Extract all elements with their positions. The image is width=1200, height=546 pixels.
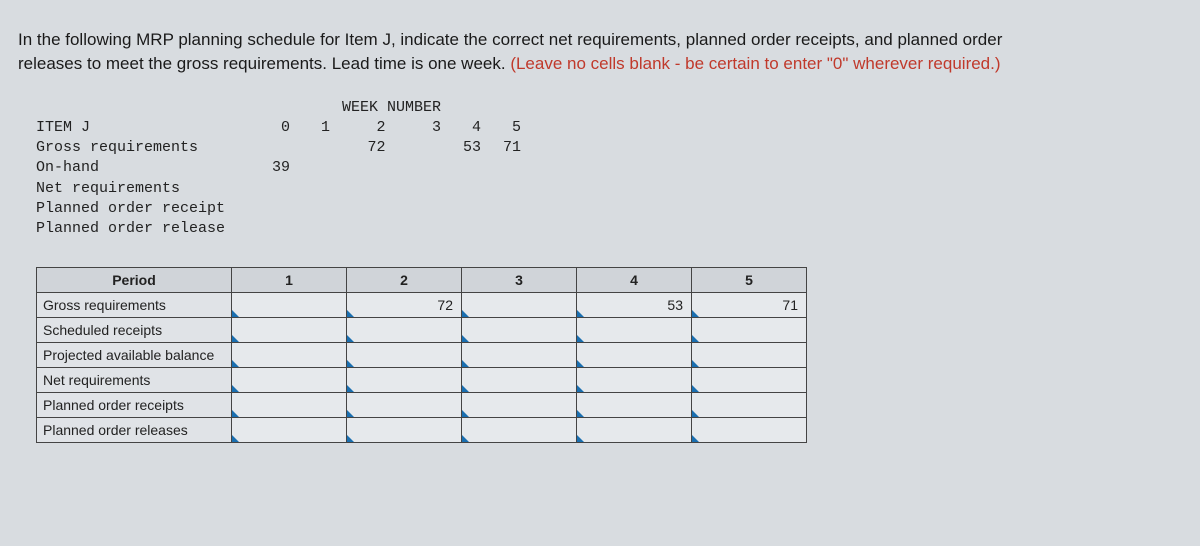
corner-icon	[462, 385, 469, 392]
input-cell[interactable]	[692, 393, 807, 418]
col-4: 4	[447, 118, 487, 138]
input-cell[interactable]	[462, 393, 577, 418]
row-net-req: Net requirements	[36, 179, 256, 199]
input-cell[interactable]	[347, 393, 462, 418]
table-row: Net requirements	[37, 368, 807, 393]
corner-icon	[462, 435, 469, 442]
corner-icon	[692, 410, 699, 417]
corner-icon	[462, 360, 469, 367]
corner-icon	[577, 410, 584, 417]
period-1: 1	[232, 268, 347, 293]
corner-icon	[232, 335, 239, 342]
corner-icon	[462, 410, 469, 417]
corner-icon	[577, 360, 584, 367]
corner-icon	[462, 310, 469, 317]
prompt-line2a: releases to meet the gross requirements.…	[18, 54, 510, 73]
corner-icon	[232, 385, 239, 392]
input-cell[interactable]	[232, 418, 347, 443]
ans-planned-receipts: Planned order receipts	[37, 393, 232, 418]
input-cell[interactable]: 72	[347, 293, 462, 318]
corner-icon	[232, 410, 239, 417]
question-prompt: In the following MRP planning schedule f…	[18, 28, 1178, 76]
ans-sched-receipts: Scheduled receipts	[37, 318, 232, 343]
input-cell[interactable]	[347, 418, 462, 443]
corner-icon	[347, 310, 354, 317]
col-5: 5	[487, 118, 527, 138]
period-3: 3	[462, 268, 577, 293]
input-cell[interactable]	[577, 343, 692, 368]
corner-icon	[347, 385, 354, 392]
row-planned-receipt: Planned order receipt	[36, 199, 256, 219]
input-cell[interactable]	[347, 368, 462, 393]
corner-icon	[462, 335, 469, 342]
input-cell[interactable]	[232, 318, 347, 343]
corner-icon	[347, 360, 354, 367]
prompt-instruction-red: (Leave no cells blank - be certain to en…	[510, 54, 1000, 73]
input-cell[interactable]	[347, 343, 462, 368]
corner-icon	[692, 360, 699, 367]
corner-icon	[692, 435, 699, 442]
corner-icon	[577, 310, 584, 317]
period-4: 4	[577, 268, 692, 293]
corner-icon	[577, 385, 584, 392]
input-cell[interactable]	[462, 418, 577, 443]
row-gross-req: Gross requirements	[36, 138, 256, 158]
input-cell[interactable]	[232, 393, 347, 418]
input-cell[interactable]	[577, 368, 692, 393]
given-schedule-table: WEEK NUMBER ITEM J 0 1 2 3 4 5 Gross req…	[36, 98, 527, 240]
input-cell[interactable]	[577, 393, 692, 418]
input-cell[interactable]	[577, 318, 692, 343]
table-row: Projected available balance	[37, 343, 807, 368]
prompt-line1: In the following MRP planning schedule f…	[18, 30, 1002, 49]
input-cell[interactable]	[232, 343, 347, 368]
week-number-header: WEEK NUMBER	[336, 98, 447, 118]
corner-icon	[232, 310, 239, 317]
corner-icon	[692, 385, 699, 392]
col-2: 2	[336, 118, 392, 138]
corner-icon	[347, 435, 354, 442]
period-2: 2	[347, 268, 462, 293]
corner-icon	[577, 435, 584, 442]
input-cell[interactable]: 71	[692, 293, 807, 318]
input-cell[interactable]	[692, 368, 807, 393]
input-cell[interactable]	[577, 418, 692, 443]
given-schedule-block: WEEK NUMBER ITEM J 0 1 2 3 4 5 Gross req…	[36, 98, 1182, 240]
ans-net-req: Net requirements	[37, 368, 232, 393]
corner-icon	[232, 435, 239, 442]
corner-icon	[692, 310, 699, 317]
corner-icon	[232, 360, 239, 367]
col-0: 0	[256, 118, 296, 138]
table-row: Planned order releases	[37, 418, 807, 443]
answer-table: Period 1 2 3 4 5 Gross requirements 72 5…	[36, 267, 807, 443]
corner-icon	[692, 335, 699, 342]
input-cell[interactable]	[692, 343, 807, 368]
input-cell[interactable]	[232, 368, 347, 393]
corner-icon	[347, 410, 354, 417]
table-row: Planned order receipts	[37, 393, 807, 418]
ans-gross-req: Gross requirements	[37, 293, 232, 318]
input-cell[interactable]	[462, 318, 577, 343]
input-cell[interactable]	[462, 368, 577, 393]
input-cell[interactable]	[232, 293, 347, 318]
input-cell[interactable]	[692, 418, 807, 443]
row-onhand: On-hand	[36, 158, 256, 178]
corner-icon	[347, 335, 354, 342]
input-cell[interactable]	[347, 318, 462, 343]
ans-proj-balance: Projected available balance	[37, 343, 232, 368]
corner-icon	[577, 335, 584, 342]
input-cell[interactable]	[692, 318, 807, 343]
col-1: 1	[296, 118, 336, 138]
period-header: Period	[37, 268, 232, 293]
input-cell[interactable]: 53	[577, 293, 692, 318]
col-3: 3	[392, 118, 448, 138]
input-cell[interactable]	[462, 293, 577, 318]
item-label: ITEM J	[36, 118, 256, 138]
table-row: Gross requirements 72 53 71	[37, 293, 807, 318]
ans-planned-releases: Planned order releases	[37, 418, 232, 443]
row-planned-release: Planned order release	[36, 219, 256, 239]
input-cell[interactable]	[462, 343, 577, 368]
table-row: Scheduled receipts	[37, 318, 807, 343]
period-5: 5	[692, 268, 807, 293]
